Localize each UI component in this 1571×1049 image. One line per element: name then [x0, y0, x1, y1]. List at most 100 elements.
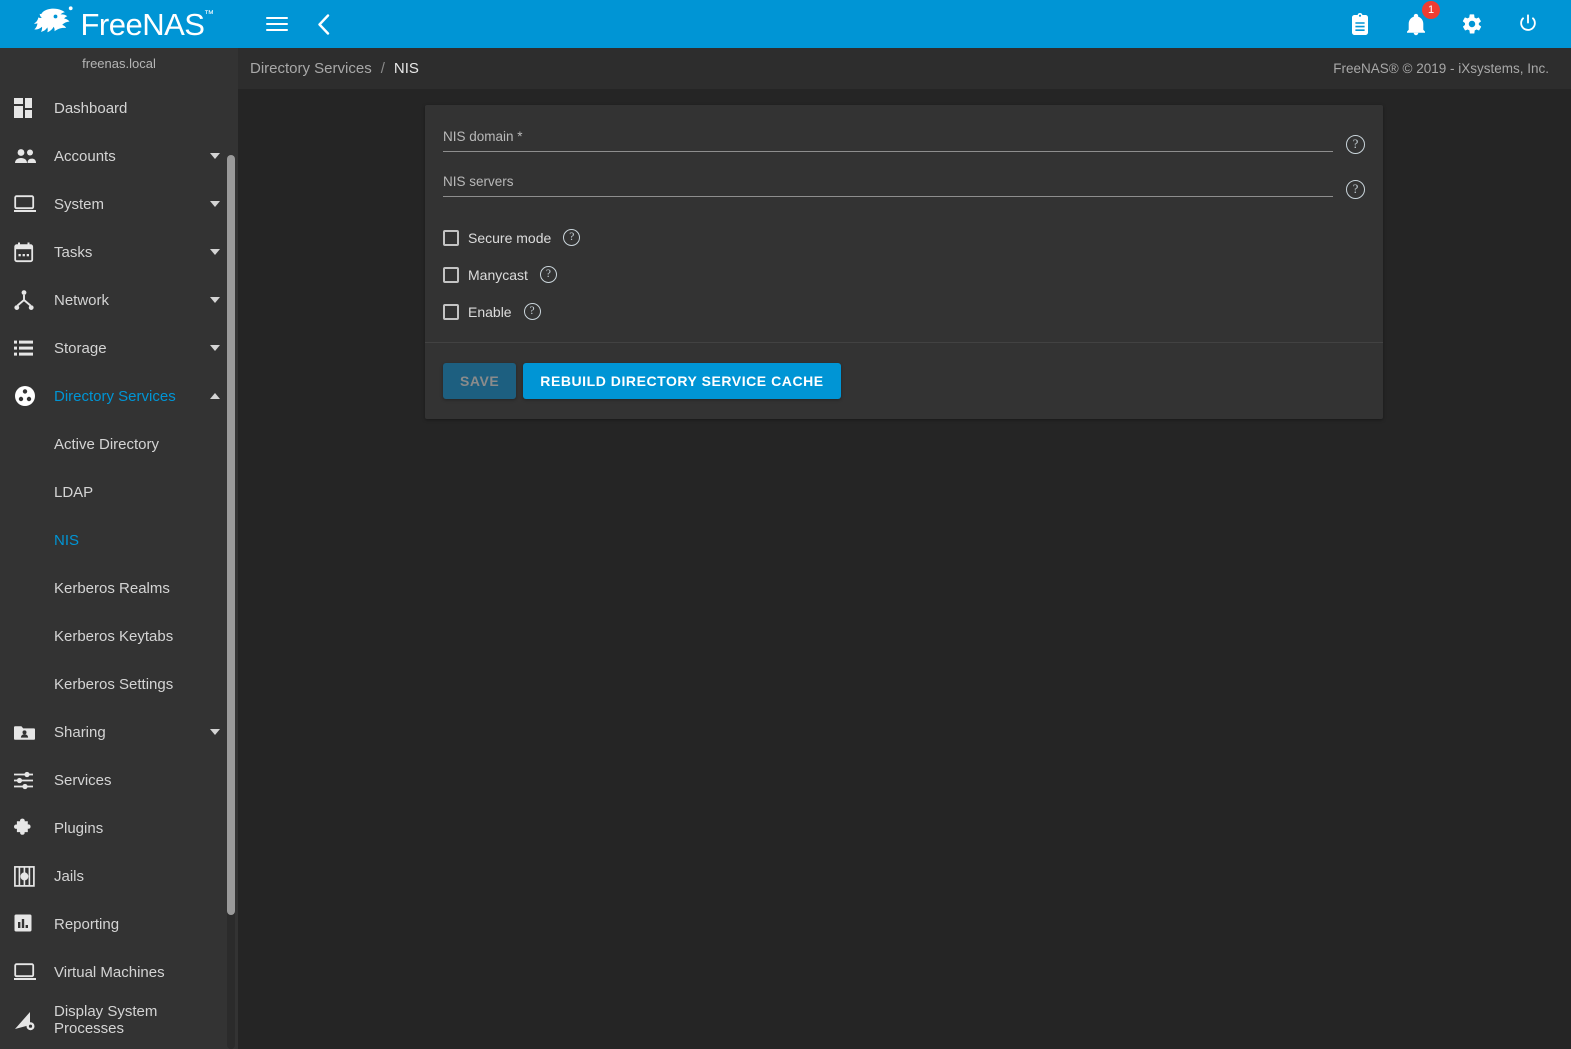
sidebar-item-directory-services[interactable]: Directory Services	[0, 372, 238, 420]
trademark-glyph: ™	[203, 8, 214, 20]
secure-mode-label: Secure mode	[468, 229, 552, 246]
sidebar-item-label: System	[54, 195, 105, 213]
chevron-down-icon[interactable]	[210, 249, 220, 255]
enable-checkbox[interactable]	[443, 303, 459, 320]
hamburger-menu-icon[interactable]	[262, 9, 292, 39]
nis-domain-input[interactable]	[443, 129, 1333, 152]
sidebar-scrollbar[interactable]	[227, 155, 235, 1049]
sidebar-subitem-label: Kerberos Settings	[54, 675, 174, 693]
help-circle-icon[interactable]: ?	[563, 229, 581, 246]
sliders-icon	[14, 771, 50, 790]
sidebar-item-label: Plugins	[54, 819, 104, 837]
breadcrumb: Directory Services / NIS	[250, 60, 419, 77]
nis-settings-card: NIS domain * ? NIS servers ? Secure mode…	[425, 105, 1383, 419]
breadcrumb-current: NIS	[393, 60, 419, 77]
hostname-label: freenas.local	[82, 55, 156, 71]
breadcrumb-bar: Directory Services / NIS FreeNAS® © 2019…	[238, 48, 1571, 89]
sidebar-item-label: Virtual Machines	[54, 963, 165, 981]
sidebar-item-kerberos-settings[interactable]: Kerberos Settings	[0, 660, 238, 708]
sidebar-subitem-label: Active Directory	[54, 435, 160, 453]
brand-name: FreeNAS ™	[80, 6, 214, 42]
breadcrumb-parent[interactable]: Directory Services	[250, 60, 372, 77]
network-node-icon	[14, 289, 50, 311]
top-app-bar: FreeNAS ™ 1	[0, 0, 1571, 48]
sidebar-item-active-directory[interactable]: Active Directory	[0, 420, 238, 468]
monitor-icon	[14, 195, 50, 213]
sidebar-item-label: Jails	[54, 867, 85, 885]
folder-share-icon	[14, 723, 50, 741]
sidebar-item-kerberos-keytabs[interactable]: Kerberos Keytabs	[0, 612, 238, 660]
sidebar-item-system[interactable]: System	[0, 180, 238, 228]
sidebar-item-display-system-processes[interactable]: Display System Processes	[0, 996, 238, 1044]
puzzle-piece-icon	[14, 818, 50, 839]
sidebar-scrollbar-thumb[interactable]	[227, 155, 235, 915]
form-actions: SAVE REBUILD DIRECTORY SERVICE CACHE	[425, 343, 1383, 419]
power-icon[interactable]	[1513, 9, 1543, 39]
storage-list-icon	[14, 340, 50, 357]
manycast-checkbox[interactable]	[443, 266, 459, 283]
sidebar-subitem-label: Kerberos Realms	[54, 579, 170, 597]
sidebar-item-label: Network	[54, 291, 110, 309]
secure-mode-checkbox[interactable]	[443, 229, 459, 246]
sidebar-item-jails[interactable]: Jails	[0, 852, 238, 900]
nis-servers-field-wrapper: NIS servers ?	[443, 174, 1365, 199]
sidebar-item-label: Display System Processes	[54, 1003, 158, 1037]
sidebar-item-label: Dashboard	[54, 99, 128, 117]
processes-icon	[14, 1010, 50, 1031]
sidebar-item-dashboard[interactable]: Dashboard	[0, 84, 238, 132]
clipboard-icon[interactable]	[1345, 9, 1375, 39]
directory-services-icon	[14, 385, 50, 407]
sidebar-item-nis[interactable]: NIS	[0, 516, 238, 564]
nis-form: NIS domain * ? NIS servers ? Secure mode…	[425, 105, 1383, 342]
sidebar-subitem-label: NIS	[54, 531, 80, 549]
sidebar-item-storage[interactable]: Storage	[0, 324, 238, 372]
users-icon	[14, 148, 50, 165]
sidebar-item-label: Reporting	[54, 915, 120, 933]
sidebar-item-ldap[interactable]: LDAP	[0, 468, 238, 516]
help-circle-icon[interactable]: ?	[1346, 180, 1365, 199]
sidebar-subitem-label: Kerberos Keytabs	[54, 627, 174, 645]
help-circle-icon[interactable]: ?	[539, 266, 557, 283]
directory-services-submenu: Active Directory LDAP NIS Kerberos Realm…	[0, 420, 238, 708]
brand-logo[interactable]: FreeNAS ™	[0, 0, 238, 48]
sidebar-item-label: Sharing	[54, 723, 106, 741]
sidebar-item-network[interactable]: Network	[0, 276, 238, 324]
freenas-fish-logo-icon	[33, 6, 74, 42]
sidebar-item-accounts[interactable]: Accounts	[0, 132, 238, 180]
chevron-down-icon[interactable]	[210, 297, 220, 303]
sidebar-item-reporting[interactable]: Reporting	[0, 900, 238, 948]
monitor-icon	[14, 963, 50, 981]
chevron-down-icon[interactable]	[210, 729, 220, 735]
chevron-up-icon[interactable]	[210, 393, 220, 399]
calendar-icon	[14, 242, 50, 263]
chevron-left-icon[interactable]	[308, 9, 338, 39]
chevron-down-icon[interactable]	[210, 153, 220, 159]
sidebar-item-kerberos-realms[interactable]: Kerberos Realms	[0, 564, 238, 612]
save-button[interactable]: SAVE	[443, 363, 517, 399]
sidebar-subitem-label: LDAP	[54, 483, 94, 501]
gear-icon[interactable]	[1457, 9, 1487, 39]
chevron-down-icon[interactable]	[210, 345, 220, 351]
sidebar-item-virtual-machines[interactable]: Virtual Machines	[0, 948, 238, 996]
main-content: NIS domain * ? NIS servers ? Secure mode…	[238, 89, 1571, 1049]
sidebar-item-sharing[interactable]: Sharing	[0, 708, 238, 756]
sidebar-item-label: Services	[54, 771, 112, 789]
help-circle-icon[interactable]: ?	[523, 303, 541, 320]
secure-mode-row: Secure mode ?	[443, 219, 1365, 256]
notifications-bell-icon[interactable]: 1	[1401, 1, 1440, 39]
sidebar-item-services[interactable]: Services	[0, 756, 238, 804]
sidebar-navigation: freenas.local Dashboard Accounts System …	[0, 48, 238, 1049]
sidebar-menu: Dashboard Accounts System Tasks Network …	[0, 78, 238, 1044]
manycast-label: Manycast	[468, 266, 528, 283]
nis-servers-input[interactable]	[443, 174, 1333, 197]
chevron-down-icon[interactable]	[210, 201, 220, 207]
sidebar-item-tasks[interactable]: Tasks	[0, 228, 238, 276]
help-circle-icon[interactable]: ?	[1346, 135, 1365, 154]
breadcrumb-separator: /	[380, 60, 385, 77]
sidebar-item-label: Tasks	[54, 243, 93, 261]
sidebar-item-label: Accounts	[54, 147, 116, 165]
sidebar-item-plugins[interactable]: Plugins	[0, 804, 238, 852]
rebuild-directory-service-cache-button[interactable]: REBUILD DIRECTORY SERVICE CACHE	[523, 363, 841, 399]
enable-row: Enable ?	[443, 293, 1365, 330]
notification-count-badge: 1	[1422, 1, 1440, 19]
